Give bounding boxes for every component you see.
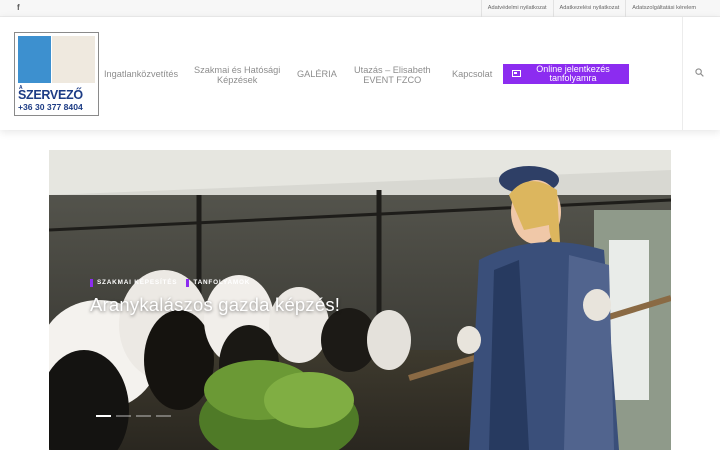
privacy-statement-link[interactable]: Adatvédelmi nyilatkozat (480, 0, 553, 17)
hero-headline[interactable]: Aranykalászos gazda képzés! (90, 294, 340, 316)
slider-dot-1[interactable] (96, 415, 111, 417)
search-icon[interactable] (695, 68, 704, 77)
calendar-icon (512, 70, 521, 77)
nav-item-gallery[interactable]: GALÉRIA (297, 69, 337, 79)
logo-brand-text: SZERVEZŐ (18, 88, 83, 102)
slider-pagination (96, 415, 171, 417)
legal-links: Adatvédelmi nyilatkozat Adatkezelési nyi… (480, 0, 702, 17)
site-header: A SZERVEZŐ +36 30 377 8404 Ingatlanközve… (0, 17, 720, 130)
nav-item-real-estate[interactable]: Ingatlanközvetítés (104, 69, 178, 79)
top-bar: f Adatvédelmi nyilatkozat Adatkezelési n… (0, 0, 720, 17)
hero-slider[interactable]: SZAKMAI KÉPESÍTÉS TANFOLYAMOK Aranykalás… (49, 150, 671, 450)
slider-dot-2[interactable] (116, 415, 131, 417)
nav-item-contact[interactable]: Kapcsolat (452, 69, 492, 79)
hero-categories: SZAKMAI KÉPESÍTÉS TANFOLYAMOK (90, 279, 250, 287)
logo-blue-block (18, 36, 51, 83)
slider-dot-4[interactable] (156, 415, 171, 417)
data-request-link[interactable]: Adatszolgáltatási kérelem (625, 0, 702, 17)
slider-dot-3[interactable] (136, 415, 151, 417)
category-professional-qualification[interactable]: SZAKMAI KÉPESÍTÉS (90, 279, 177, 287)
header-divider (682, 17, 683, 130)
online-application-button[interactable]: Online jelentkezés tanfolyamra (503, 64, 629, 84)
logo-beige-block (52, 36, 95, 83)
nav-item-travel[interactable]: Utazás – Elisabeth EVENT FZCO (354, 65, 431, 85)
logo-phone: +36 30 377 8404 (18, 102, 83, 112)
data-handling-statement-link[interactable]: Adatkezelési nyilatkozat (552, 0, 626, 17)
category-courses[interactable]: TANFOLYAMOK (186, 279, 250, 287)
nav-item-trainings[interactable]: Szakmai és Hatósági Képzések (194, 65, 280, 85)
online-application-label: Online jelentkezés tanfolyamra (536, 64, 610, 83)
site-logo[interactable]: A SZERVEZŐ +36 30 377 8404 (14, 32, 99, 116)
facebook-icon[interactable]: f (17, 3, 20, 12)
